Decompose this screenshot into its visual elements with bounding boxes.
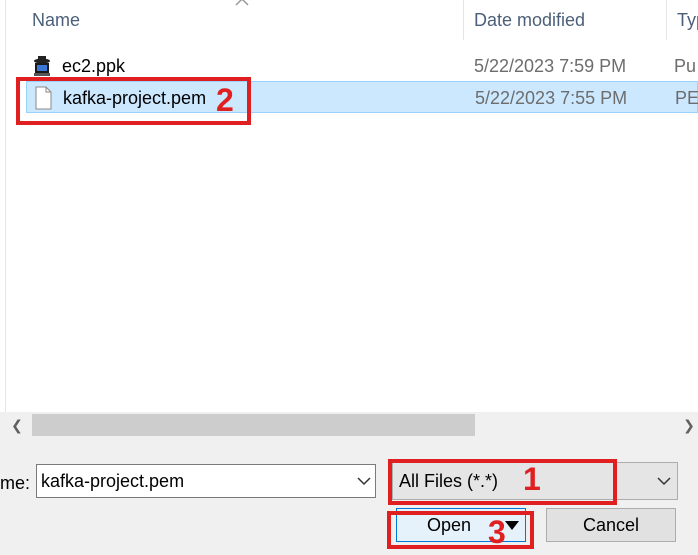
- horizontal-scrollbar[interactable]: ❮ ❯: [0, 412, 698, 438]
- file-name-input[interactable]: [41, 467, 341, 495]
- annotation-number-1: 1: [523, 461, 541, 497]
- file-name-label: me:: [0, 473, 31, 493]
- column-type[interactable]: Typ: [677, 0, 698, 40]
- annotation-number-3: 3: [488, 514, 506, 550]
- annotation-number-2: 2: [216, 82, 234, 118]
- chevron-down-icon[interactable]: [657, 476, 671, 486]
- column-date-modified[interactable]: Date modified: [474, 0, 654, 40]
- file-date: 5/22/2023 7:55 PM: [475, 88, 628, 108]
- column-separator[interactable]: [666, 0, 667, 40]
- file-name-field[interactable]: [36, 464, 376, 498]
- annotation-box-3: [387, 511, 534, 549]
- putty-key-icon: [34, 56, 50, 76]
- chevron-down-icon[interactable]: [357, 476, 371, 486]
- cancel-button[interactable]: Cancel: [546, 508, 676, 542]
- file-date: 5/22/2023 7:59 PM: [474, 56, 627, 76]
- file-open-dialog: Name Date modified Typ ec2.ppk 5/22/2023…: [0, 0, 698, 555]
- column-name[interactable]: Name: [32, 0, 452, 40]
- bottom-panel: me: All Files (*.*) 1 Open Cancel 3: [0, 438, 698, 555]
- scroll-left-icon[interactable]: ❮: [4, 412, 30, 438]
- file-list[interactable]: Name Date modified Typ ec2.ppk 5/22/2023…: [0, 0, 698, 412]
- file-type: Pu: [674, 56, 697, 76]
- file-type: PE: [675, 88, 698, 108]
- scrollbar-thumb[interactable]: [32, 414, 475, 436]
- scroll-right-icon[interactable]: ❯: [676, 412, 698, 438]
- column-separator[interactable]: [463, 0, 464, 40]
- left-divider: [5, 0, 6, 412]
- column-header: Name Date modified Typ: [0, 0, 698, 40]
- annotation-box-1: [388, 459, 617, 505]
